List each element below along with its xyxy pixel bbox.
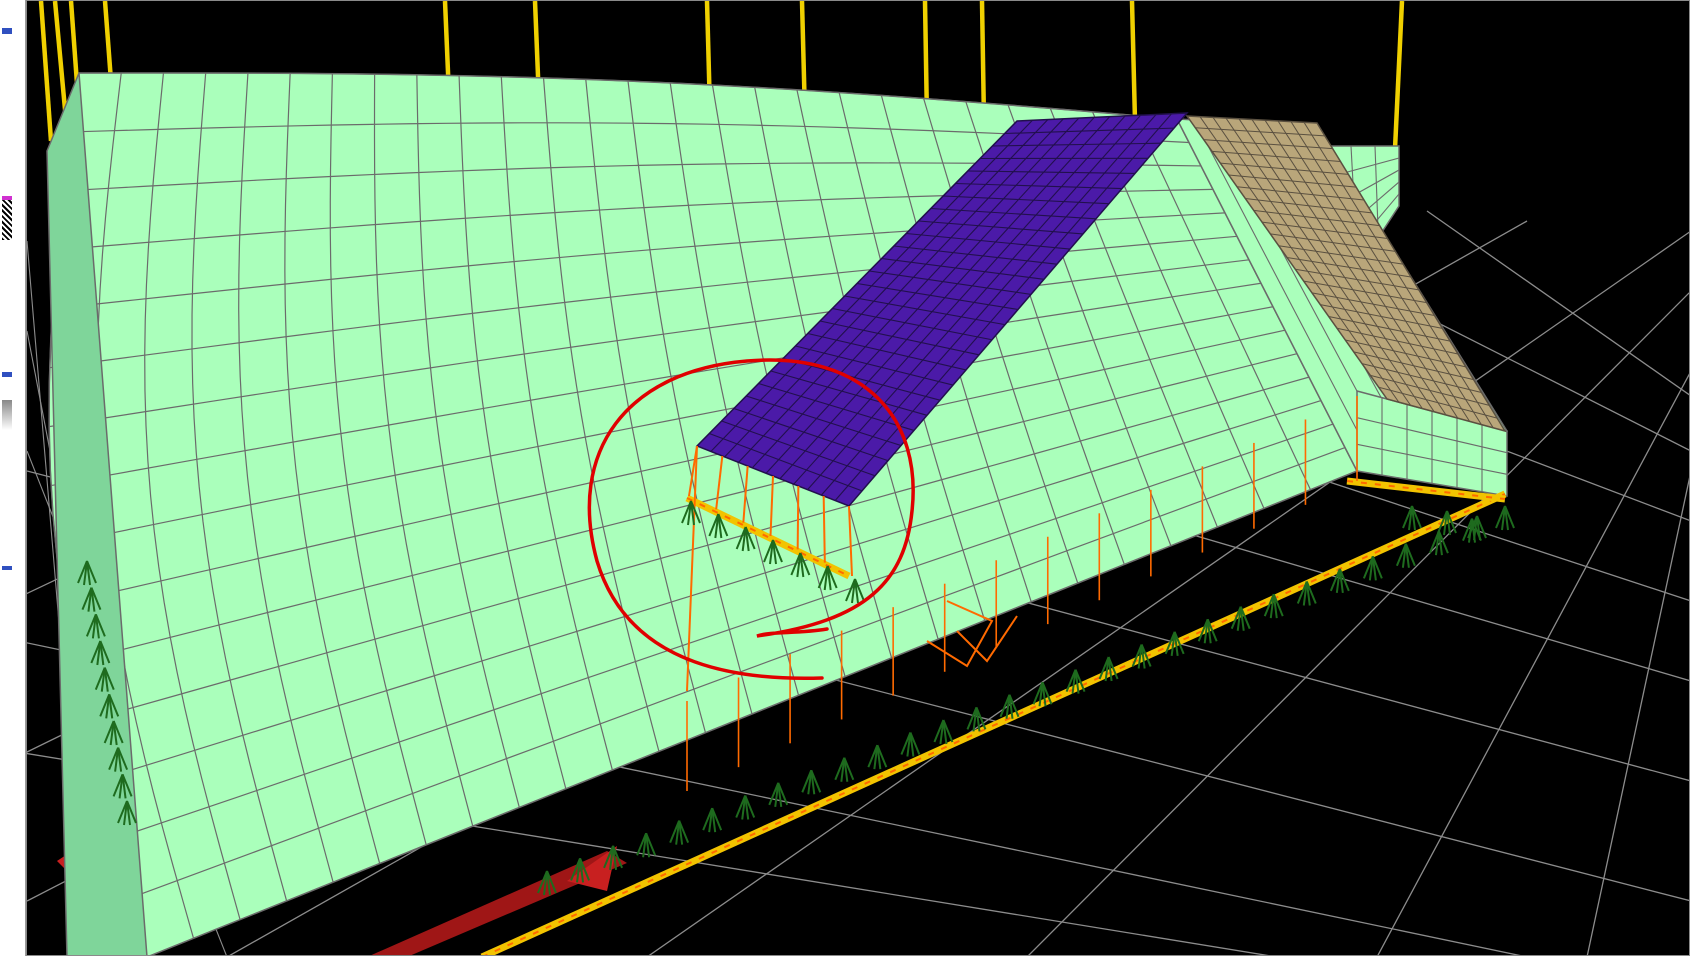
fixed-support-icon	[669, 820, 690, 845]
fixed-support-icon	[768, 782, 789, 808]
fem-3d-viewport[interactable]	[26, 0, 1690, 956]
model-scene[interactable]	[27, 1, 1690, 956]
vertical-member	[38, 1, 54, 142]
toolbar-marker-magenta[interactable]	[2, 196, 12, 200]
fixed-support-icon	[900, 732, 921, 757]
fixed-support-icon	[933, 719, 954, 745]
toolbar-pattern-tool[interactable]	[2, 196, 12, 240]
toolbar-marker-blue-2[interactable]	[2, 372, 12, 377]
fixed-support-icon	[1395, 543, 1416, 568]
vertical-member	[1392, 1, 1405, 150]
fixed-support-icon	[1495, 505, 1515, 531]
toolbar-marker-gray[interactable]	[2, 400, 12, 430]
fixed-support-icon	[834, 757, 855, 782]
left-toolbar-strip	[0, 0, 26, 956]
vertical-member	[1129, 1, 1138, 122]
hanger-line	[796, 485, 800, 550]
grid-line	[1586, 477, 1689, 955]
fixed-support-icon	[867, 744, 888, 770]
fixed-support-icon	[702, 807, 723, 833]
toolbar-marker-blue[interactable]	[2, 28, 12, 34]
fixed-support-icon	[801, 769, 822, 795]
vertical-member	[102, 1, 114, 82]
fixed-support-icon	[1402, 505, 1422, 531]
toolbar-marker-blue-3[interactable]	[2, 566, 12, 570]
hanger-line	[822, 495, 826, 563]
fixed-support-icon	[735, 795, 756, 820]
